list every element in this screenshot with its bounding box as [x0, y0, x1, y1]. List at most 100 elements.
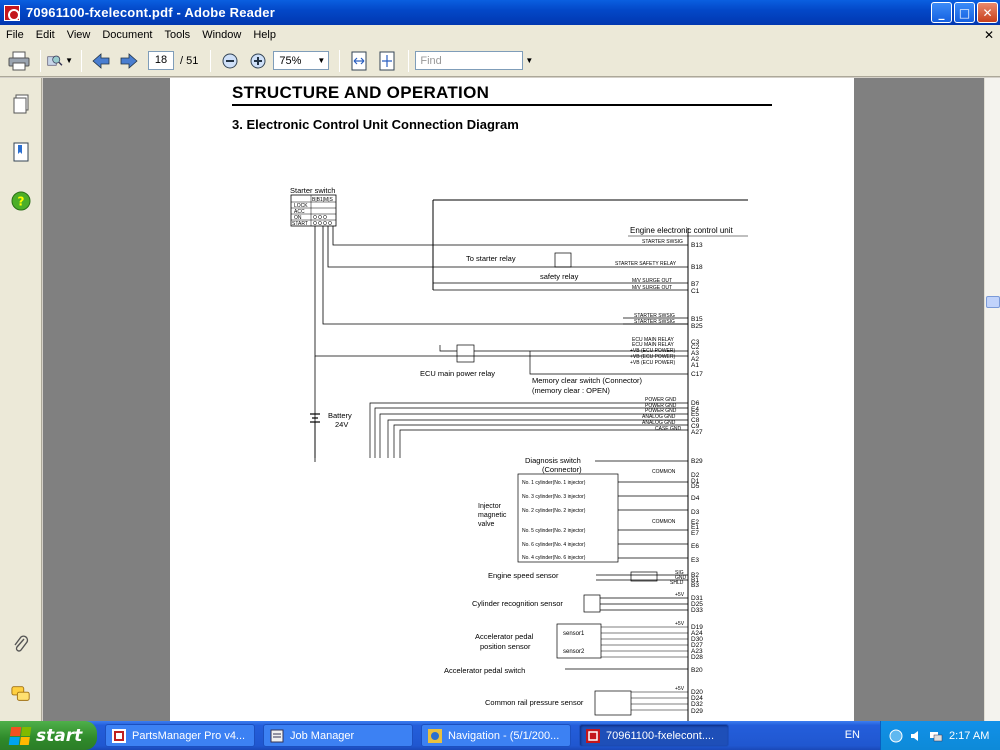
injector-label: Injector: [478, 503, 502, 510]
switch-table-header: B|B1|M|S: [312, 197, 334, 203]
pin-e7: E7: [691, 530, 699, 537]
svg-text:?: ?: [18, 195, 25, 209]
pin-d33: D33: [691, 607, 703, 614]
menu-view[interactable]: View: [61, 29, 97, 41]
page-total: / 51: [180, 54, 199, 67]
sig-mv-surge-1: M/V SURGE OUT: [632, 278, 672, 284]
comments-icon[interactable]: [11, 684, 31, 704]
toolbar-separator: [81, 49, 82, 72]
maximize-button[interactable]: □: [954, 2, 975, 23]
close-button[interactable]: ✕: [977, 2, 998, 23]
battery-label: Battery: [328, 411, 352, 420]
taskbar: start PartsManager Pro v4... Job Manager…: [0, 721, 1000, 750]
find-dropdown-icon[interactable]: ▼: [525, 56, 535, 65]
toolbar-separator: [210, 49, 212, 72]
job-manager-icon: [270, 729, 284, 742]
paperclip-icon[interactable]: [11, 635, 31, 655]
pin-e3: E3: [691, 557, 699, 564]
pin-b13: B13: [691, 242, 703, 249]
zoom-select[interactable]: 75% ▼: [273, 51, 330, 70]
bookmarks-icon[interactable]: [11, 142, 31, 162]
system-tray: 2:17 AM: [880, 721, 1000, 750]
sig-mv-surge-2: M/V SURGE OUT: [632, 285, 672, 291]
page-number-input[interactable]: 18: [148, 51, 174, 70]
task-label: 70961100-fxelecont....: [606, 729, 715, 742]
zoom-out-button[interactable]: [217, 49, 243, 73]
title-bar: 70961100-fxelecont.pdf - Adobe Reader _ …: [0, 0, 1000, 25]
navigation-icon: [428, 728, 442, 743]
search-tool-button[interactable]: ▼: [47, 49, 73, 73]
partsmanager-icon: [112, 728, 126, 743]
print-button[interactable]: [6, 49, 32, 73]
sensor1-label: sensor1: [563, 631, 585, 637]
sig-starter-swsig: STARTER SWSIG: [642, 239, 683, 245]
pin-d3: D3: [691, 509, 700, 516]
task-job-manager[interactable]: Job Manager: [263, 724, 413, 747]
tray-app-icon[interactable]: [889, 729, 903, 743]
injector-row-5: No. 6 cylinder(No. 4 injector): [522, 542, 586, 548]
sig-5v-crp: +5V: [675, 686, 685, 692]
menu-edit[interactable]: Edit: [30, 29, 61, 41]
next-page-button[interactable]: [116, 49, 142, 73]
previous-page-button[interactable]: [88, 49, 114, 73]
fit-page-button[interactable]: [374, 49, 400, 73]
injector-row-1: No. 1 cylinder(No. 1 injector): [522, 480, 586, 486]
fit-width-button[interactable]: [346, 49, 372, 73]
pin-b20: B20: [691, 667, 703, 674]
task-navigation[interactable]: Navigation - (5/1/200...: [421, 724, 571, 747]
task-adobe-reader[interactable]: 70961100-fxelecont....: [579, 724, 729, 747]
sig-5v-cr: +5V: [675, 592, 685, 598]
menu-document[interactable]: Document: [96, 29, 158, 41]
menu-file[interactable]: File: [0, 29, 30, 41]
task-label: Navigation - (5/1/200...: [448, 729, 560, 742]
ecu-signal-labels: STARTER SWSIG STARTER SAFETY RELAY M/V S…: [615, 239, 687, 692]
battery-voltage-label: 24V: [335, 420, 348, 429]
toolbar-separator: [408, 49, 410, 72]
minimize-button[interactable]: _: [931, 2, 952, 23]
magnetic-label: magnetic: [478, 512, 507, 519]
toolbar: ▼ 18 / 51 75% ▼ Find ▼: [0, 45, 1000, 77]
engine-speed-sensor-label: Engine speed sensor: [488, 571, 559, 580]
scrollbar-thumb[interactable]: [986, 296, 1000, 308]
language-indicator[interactable]: EN: [845, 729, 860, 741]
menu-window[interactable]: Window: [196, 29, 247, 41]
valve-label: valve: [478, 521, 494, 528]
window-title: 70961100-fxelecont.pdf - Adobe Reader: [26, 5, 275, 20]
menu-bar: File Edit View Document Tools Window Hel…: [0, 25, 1000, 45]
sig-case-gnd: CASE GND: [655, 426, 682, 432]
sig-starter-swsig-3: STARTER SWSIG: [634, 319, 675, 325]
accel-pedal-label-2: position sensor: [480, 642, 531, 651]
pin-d28: D28: [691, 654, 703, 661]
start-button[interactable]: start: [0, 721, 97, 750]
pages-icon[interactable]: [11, 94, 31, 114]
search-people-icon: [47, 55, 63, 66]
pin-c1: C1: [691, 288, 700, 295]
common-label-2: COMMON: [652, 519, 676, 525]
pin-d32: D32: [691, 701, 703, 708]
menu-help[interactable]: Help: [247, 29, 282, 41]
accel-pedal-switch-label: Accelerator pedal switch: [444, 666, 525, 675]
pin-a1: A1: [691, 362, 699, 369]
menu-tools[interactable]: Tools: [159, 29, 197, 41]
clock[interactable]: 2:17 AM: [949, 730, 989, 742]
printer-icon: [8, 51, 30, 70]
switch-row-start: START: [292, 221, 308, 227]
document-close-icon[interactable]: ✕: [984, 28, 994, 42]
help-icon[interactable]: ?: [11, 191, 31, 211]
task-partsmanager[interactable]: PartsManager Pro v4...: [105, 724, 255, 747]
find-input[interactable]: Find: [415, 51, 524, 70]
find-placeholder: Find: [420, 54, 442, 67]
pin-b15: B15: [691, 316, 703, 323]
pdf-icon: [586, 728, 600, 743]
document-viewport[interactable]: STRUCTURE AND OPERATION 3. Electronic Co…: [43, 78, 984, 721]
windows-flag-icon: [8, 726, 32, 745]
sensor2-label: sensor2: [563, 649, 585, 655]
injector-block: [517, 473, 619, 563]
zoom-in-button[interactable]: [245, 49, 271, 73]
cylinder-recognition-sensor-label: Cylinder recognition sensor: [472, 599, 563, 608]
network-icon[interactable]: [929, 729, 943, 743]
task-label: PartsManager Pro v4...: [132, 729, 246, 742]
vertical-scrollbar[interactable]: [984, 78, 1000, 721]
injector-row-2: No. 3 cylinder(No. 3 injector): [522, 494, 586, 500]
volume-icon[interactable]: [909, 729, 923, 743]
